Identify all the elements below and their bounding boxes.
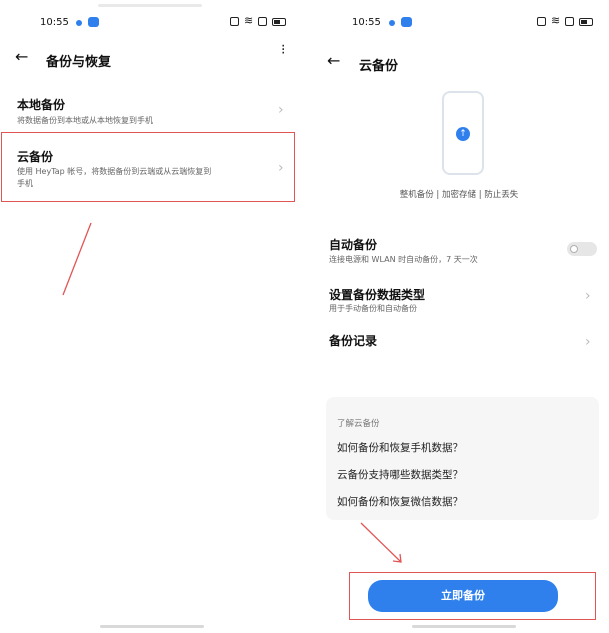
battery-icon bbox=[579, 18, 593, 26]
notification-dot-icon bbox=[389, 20, 395, 26]
auto-backup-toggle[interactable] bbox=[567, 242, 597, 256]
local-backup-title: 本地备份 bbox=[17, 98, 66, 112]
local-backup-row[interactable]: 本地备份 将数据备份到本地或从本地恢复到手机 › bbox=[0, 88, 302, 132]
annotation-box-cloud-backup bbox=[1, 132, 295, 202]
backup-history-row[interactable]: 备份记录 › bbox=[309, 326, 609, 362]
back-arrow-icon[interactable]: ← bbox=[15, 47, 28, 66]
status-time: 10:55 bbox=[40, 17, 69, 28]
backup-data-type-subtitle: 用于手动备份和自动备份 bbox=[329, 304, 417, 313]
faq-question[interactable]: 云备份支持哪些数据类型？ bbox=[337, 467, 463, 482]
annotation-arrow bbox=[62, 222, 92, 296]
top-notch-line bbox=[98, 4, 202, 7]
app-badge-icon bbox=[88, 17, 99, 27]
left-screen: 10:55 ≋ ← 备份与恢复 ⁝ 本地备份 将数据备份到本地或从本地恢复到手机… bbox=[0, 0, 302, 633]
auto-backup-title: 自动备份 bbox=[329, 238, 378, 252]
back-arrow-icon[interactable]: ← bbox=[327, 51, 340, 70]
backup-now-button[interactable]: 立即备份 bbox=[368, 580, 558, 612]
status-time: 10:55 bbox=[352, 17, 381, 28]
toggle-knob bbox=[570, 245, 578, 253]
chevron-right-icon: › bbox=[585, 288, 591, 304]
chevron-right-icon: › bbox=[278, 102, 284, 118]
vibrate-icon bbox=[230, 17, 239, 26]
page-title: 备份与恢复 bbox=[46, 55, 112, 70]
auto-backup-subtitle: 连接电源和 WLAN 时自动备份，7 天一次 bbox=[329, 255, 478, 264]
phone-illustration: ↑ bbox=[442, 91, 484, 175]
home-indicator bbox=[100, 625, 204, 628]
sim-icon bbox=[565, 17, 574, 26]
annotation-arrow bbox=[360, 522, 402, 563]
app-badge-icon bbox=[401, 17, 412, 27]
hero-caption: 整机备份 | 加密存储 | 防止丢失 bbox=[399, 190, 519, 200]
faq-question[interactable]: 如何备份和恢复微信数据？ bbox=[337, 494, 463, 509]
faq-heading: 了解云备份 bbox=[337, 419, 380, 429]
home-indicator bbox=[412, 625, 516, 628]
faq-question[interactable]: 如何备份和恢复手机数据？ bbox=[337, 440, 463, 455]
local-backup-subtitle: 将数据备份到本地或从本地恢复到手机 bbox=[17, 116, 153, 125]
wifi-icon: ≋ bbox=[244, 14, 254, 27]
battery-icon bbox=[272, 18, 286, 26]
vibrate-icon bbox=[537, 17, 546, 26]
cloud-upload-icon: ↑ bbox=[456, 127, 470, 141]
screen-divider bbox=[302, 0, 309, 633]
status-bar: 10:55 ≋ bbox=[0, 14, 302, 34]
page-title: 云备份 bbox=[359, 59, 399, 74]
backup-history-title: 备份记录 bbox=[329, 334, 378, 348]
more-options-icon[interactable]: ⁝ bbox=[281, 43, 285, 57]
chevron-right-icon: › bbox=[585, 334, 591, 350]
right-screen: 10:55 ≋ ← 云备份 ↑ 整机备份 | 加密存储 | 防止丢失 自动备份 … bbox=[309, 0, 609, 633]
auto-backup-row[interactable]: 自动备份 连接电源和 WLAN 时自动备份，7 天一次 bbox=[309, 228, 609, 268]
status-bar: 10:55 ≋ bbox=[309, 14, 609, 34]
wifi-icon: ≋ bbox=[551, 14, 561, 27]
faq-card: 了解云备份 如何备份和恢复手机数据？ 云备份支持哪些数据类型？ 如何备份和恢复微… bbox=[326, 397, 599, 520]
backup-data-type-row[interactable]: 设置备份数据类型 用于手动备份和自动备份 › bbox=[309, 278, 609, 318]
sim-icon bbox=[258, 17, 267, 26]
backup-data-type-title: 设置备份数据类型 bbox=[329, 288, 426, 302]
notification-dot-icon bbox=[76, 20, 82, 26]
